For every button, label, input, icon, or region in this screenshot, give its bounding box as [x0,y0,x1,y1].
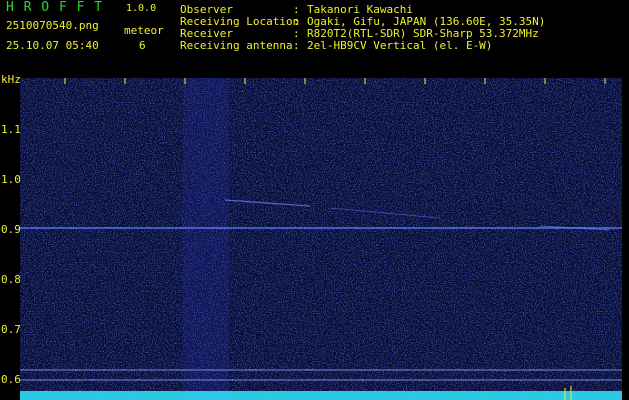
meteor-count: 6 [139,39,146,52]
level-trace [20,391,622,400]
y-tick-label: 1.1 [1,123,21,136]
file-name: 2510070540.png [6,19,99,32]
interference-band [183,78,229,400]
spectrogram-speckles [20,78,622,400]
y-tick-label: 0.9 [1,223,21,236]
app-title: H R O F F T [6,0,104,15]
y-tick-label: 0.7 [1,323,21,336]
info-label-antenna: Receiving antenna [180,39,293,52]
y-tick-label: 1.0 [1,173,21,186]
y-tick-label: 0.6 [1,373,21,386]
meteor-label: meteor [124,24,164,37]
y-unit-label: kHz [1,73,21,86]
spectrogram-plot [20,78,622,400]
app-version: 1.0.0 [126,3,157,14]
y-tick-label: 0.8 [1,273,21,286]
info-value-antenna: 2el-HB9CV Vertical (el. E-W) [307,39,493,52]
date-time: 25.10.07 05:40 [6,39,99,52]
info-colon: : [293,39,300,52]
